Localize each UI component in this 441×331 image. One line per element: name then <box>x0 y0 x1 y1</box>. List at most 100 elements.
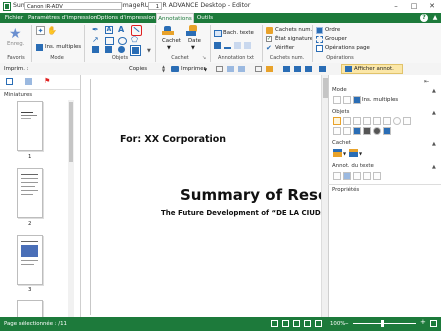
cachet-panel-icon[interactable] <box>333 149 342 157</box>
ordre-icon[interactable] <box>316 27 323 34</box>
help-icon[interactable]: ? <box>420 14 428 22</box>
squiggly-panel-icon[interactable] <box>373 172 381 180</box>
polygon-panel-icon[interactable] <box>403 117 411 125</box>
toolbar-tool-icon[interactable] <box>319 66 326 72</box>
bach-texte-icon[interactable] <box>214 30 222 37</box>
toolbar-tool-icon[interactable] <box>305 66 312 72</box>
select-tool-icon[interactable]: ✦ <box>36 26 45 35</box>
panel-pin-icon[interactable]: ⇤ <box>424 78 429 85</box>
date-icon[interactable] <box>186 25 198 36</box>
underline-icon[interactable] <box>224 42 231 49</box>
page-thumbnail[interactable] <box>17 235 43 285</box>
close-button[interactable]: ✕ <box>423 1 441 12</box>
hand-mode-icon[interactable] <box>343 96 351 104</box>
highlight-icon[interactable] <box>214 42 221 49</box>
imprimer-dropdown-icon[interactable]: ▼ <box>204 67 207 72</box>
strikethrough-icon[interactable] <box>234 42 241 49</box>
etat-signature-checkbox[interactable]: ✓ <box>266 36 272 42</box>
ribbon-collapse-icon[interactable]: ▲ <box>431 14 439 22</box>
star-icon[interactable]: ★ <box>9 27 23 41</box>
date-panel-icon[interactable] <box>349 149 358 157</box>
view-mode-icon[interactable] <box>282 320 289 327</box>
select-mode-icon[interactable] <box>333 96 341 104</box>
attachment-view-icon[interactable]: ⚑ <box>44 78 51 85</box>
grouper-button[interactable]: Grouper <box>325 36 347 42</box>
view-mode-icon[interactable] <box>315 320 322 327</box>
pencil-panel-icon[interactable] <box>333 127 341 135</box>
underline-panel-icon[interactable] <box>353 172 361 180</box>
polygon-tool-icon[interactable]: ⬠ <box>131 36 139 44</box>
thumbnails-scrollbar[interactable] <box>68 100 74 317</box>
enreg-button[interactable]: Enreg. <box>7 41 24 47</box>
toolbar-tool-icon[interactable] <box>238 66 245 72</box>
textbox-panel-icon[interactable] <box>343 117 351 125</box>
ins-multiples-panel-label[interactable]: Ins. multiples <box>362 97 398 103</box>
rectangle-tool-icon[interactable] <box>105 37 114 45</box>
tab-fichier[interactable]: Fichier <box>2 13 26 23</box>
arrow-tool-icon[interactable]: ↗ <box>92 36 100 44</box>
squiggly-icon[interactable] <box>244 42 251 49</box>
tab-outils[interactable]: Outils <box>194 13 216 23</box>
tab-parametres-impression[interactable]: Paramètres d'impression <box>28 13 97 23</box>
bookmark-view-icon[interactable] <box>25 78 32 85</box>
date-dropdown-icon[interactable]: ▼ <box>191 45 195 51</box>
highlight-panel-icon[interactable] <box>343 172 351 180</box>
strike-panel-icon[interactable] <box>363 172 371 180</box>
page-thumbnail[interactable] <box>17 168 43 218</box>
note-tool-icon[interactable] <box>92 46 99 53</box>
line-panel-icon[interactable] <box>363 117 371 125</box>
operations-page-icon[interactable] <box>316 45 323 52</box>
cachets-num-button[interactable]: Cachets num. <box>275 27 312 33</box>
cachet-launcher-icon[interactable]: ↘ <box>202 55 206 61</box>
bach-texte-button[interactable]: Bach. texte <box>223 30 254 36</box>
panel-collapse-icon[interactable]: ▲ <box>432 88 436 94</box>
zoom-in-icon[interactable]: + <box>420 318 426 327</box>
panel-collapse-icon[interactable]: ▲ <box>432 164 436 170</box>
image-tool-icon[interactable] <box>131 46 140 55</box>
toolbar-tool-icon[interactable] <box>216 66 223 72</box>
cachet-icon[interactable] <box>162 26 174 36</box>
date-button[interactable]: Date <box>188 38 201 44</box>
minimize-button[interactable]: – <box>387 1 405 12</box>
copies-input[interactable]: 1 <box>148 2 162 10</box>
ellipse-panel-icon[interactable] <box>393 117 401 125</box>
maximize-button[interactable]: □ <box>405 1 423 12</box>
imprimer-button[interactable]: Imprimer <box>181 66 206 72</box>
operations-page-button[interactable]: Opérations page <box>325 45 370 51</box>
print-icon[interactable] <box>171 66 179 72</box>
toolbar-tool-icon[interactable] <box>266 66 273 72</box>
zoom-out-icon[interactable]: – <box>345 319 349 328</box>
arrow-panel-icon[interactable] <box>373 117 381 125</box>
cachet-button[interactable]: Cachet <box>162 38 181 44</box>
verifier-icon[interactable]: ✔ <box>266 45 273 52</box>
pen-panel-icon[interactable] <box>333 117 341 125</box>
pen-icon[interactable]: ✒ <box>92 26 100 34</box>
grouper-icon[interactable] <box>316 36 323 43</box>
fit-page-icon[interactable] <box>430 320 437 327</box>
thumbnail-view-icon[interactable] <box>6 78 13 85</box>
filled-rect-panel-icon[interactable] <box>363 127 371 135</box>
page-thumbnail[interactable] <box>17 101 43 151</box>
ins-multiples-panel-icon[interactable] <box>353 96 361 104</box>
toolbar-tool-icon[interactable] <box>255 66 262 72</box>
filled-rect-icon[interactable] <box>105 46 112 53</box>
toolbar-tool-icon[interactable] <box>294 66 301 72</box>
cachets-num-icon[interactable] <box>266 27 273 34</box>
objets-more-icon[interactable]: ▼ <box>147 48 151 54</box>
rect-panel-icon[interactable] <box>383 117 391 125</box>
filled-ellipse-panel-icon[interactable] <box>373 127 381 135</box>
panel-collapse-icon[interactable]: ▲ <box>432 141 436 147</box>
copies-stepper[interactable]: ▲ ▼ <box>162 65 167 73</box>
date-panel-dropdown-icon[interactable]: ▼ <box>359 151 362 156</box>
ellipse-tool-icon[interactable] <box>118 37 127 45</box>
ins-multiples-button[interactable]: Ins. multiples <box>45 44 81 50</box>
printer-select[interactable]: Canon iR-ADV <box>24 2 122 10</box>
cachet-dropdown-icon[interactable]: ▼ <box>167 45 171 51</box>
toolbar-tool-icon[interactable] <box>283 66 290 72</box>
zoom-slider[interactable] <box>353 320 416 327</box>
note-panel-icon[interactable] <box>353 127 361 135</box>
text-box-icon[interactable]: A <box>105 26 113 34</box>
panel-collapse-icon[interactable]: ▲ <box>432 110 436 116</box>
filled-ellipse-icon[interactable] <box>118 46 125 53</box>
view-mode-icon[interactable] <box>293 320 300 327</box>
